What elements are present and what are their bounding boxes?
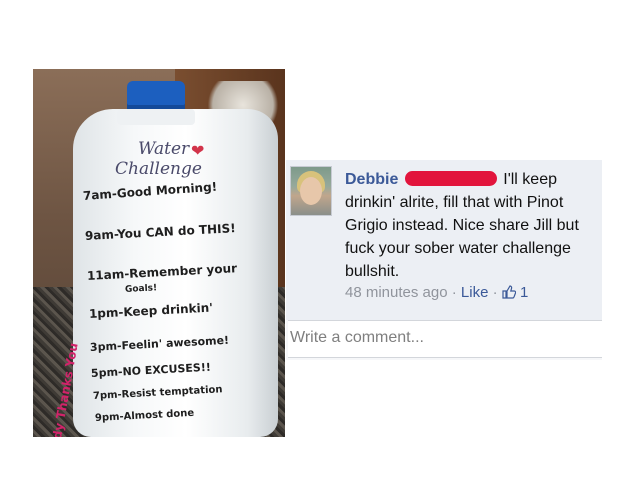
water-challenge-photo: Water ❤ Challenge 7am-Good Morning! 9am-… (33, 69, 285, 437)
avatar-face (300, 177, 322, 205)
comment-author-link[interactable]: Debbie (345, 171, 398, 188)
thumbs-up-icon[interactable] (502, 284, 516, 300)
comment-body: Debbie I'll keep drinkin' alrite, fill t… (345, 168, 595, 283)
jug-cap (127, 81, 185, 111)
write-comment-box[interactable] (288, 320, 602, 358)
like-count[interactable]: 1 (520, 284, 528, 301)
jug-title-challenge: Challenge (115, 159, 202, 179)
schedule-line: Goals! (124, 283, 158, 295)
heart-icon: ❤ (191, 143, 205, 160)
comment-timestamp[interactable]: 48 minutes ago (345, 284, 448, 301)
jug-title-water: Water (138, 139, 190, 159)
comment-input[interactable] (290, 327, 590, 349)
avatar[interactable] (290, 166, 332, 216)
like-link[interactable]: Like (461, 284, 489, 301)
redaction-mark (404, 171, 497, 186)
comment-meta: 48 minutes ago · Like · 1 (345, 284, 528, 301)
jug-neck (117, 109, 195, 125)
meta-separator: · (492, 284, 498, 301)
meta-separator: · (451, 284, 457, 301)
